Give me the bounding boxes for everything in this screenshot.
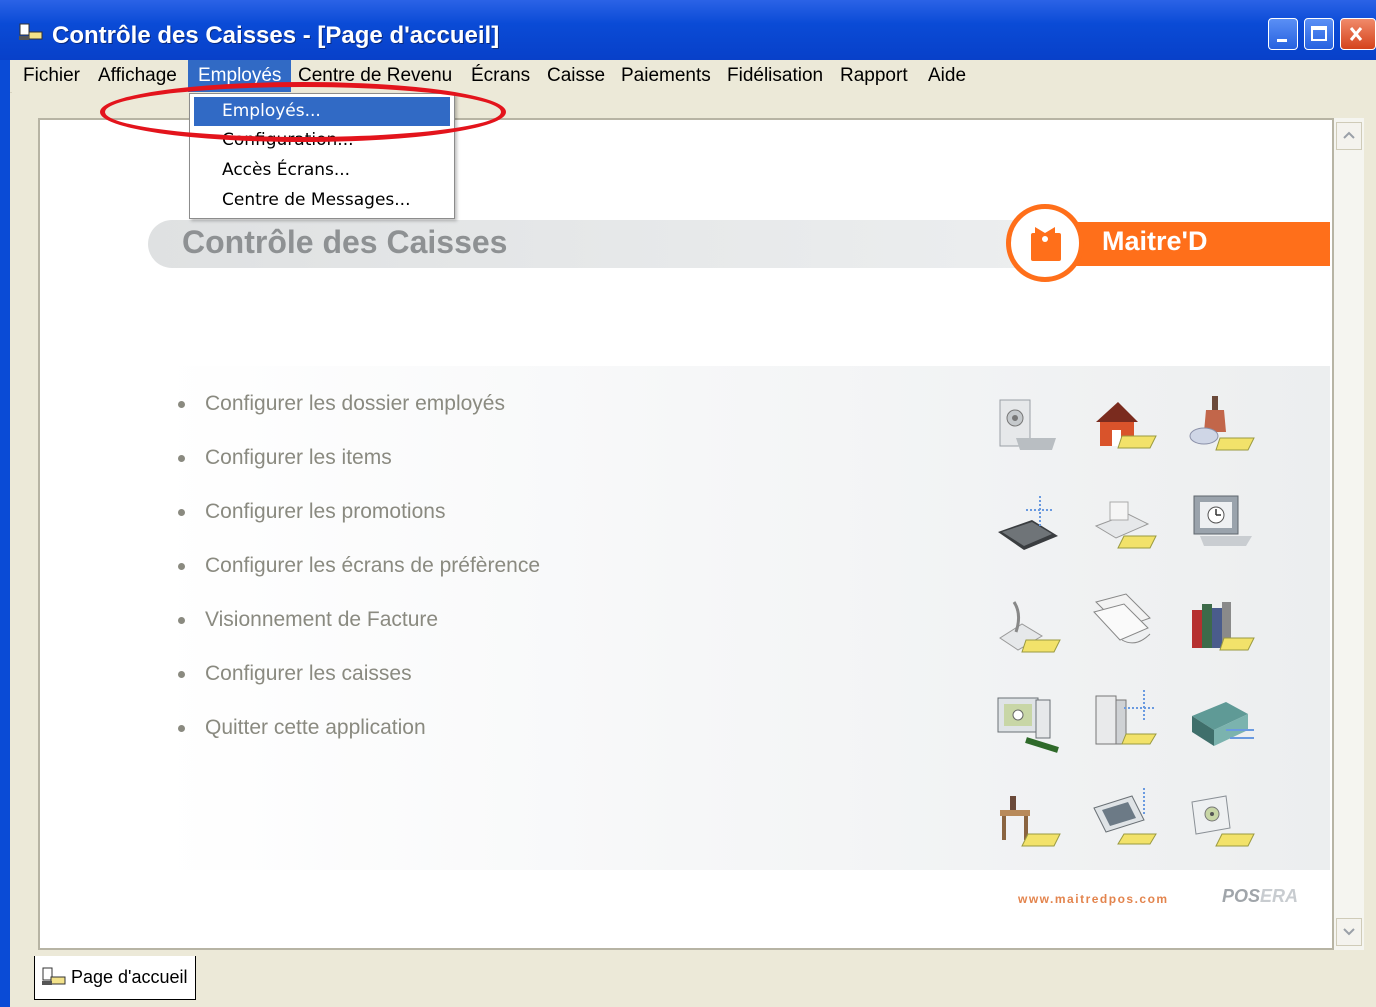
papers-icon[interactable] [1088,588,1160,654]
tab-label: Page d'accueil [71,967,188,987]
posera-logo-b: ERA [1260,886,1299,906]
tab-page-accueil[interactable]: Page d'accueil [34,956,196,1000]
link-label: Configurer les promotions [205,500,446,523]
laptop-icon[interactable] [992,492,1064,558]
minimize-icon [1277,39,1287,42]
link-label: Configurer les caisses [205,662,412,685]
scanner-icon[interactable] [992,394,1064,460]
screen-icon[interactable] [1088,786,1160,852]
bullet-icon [178,616,185,624]
brand-name: Maitre'D [1102,226,1208,256]
link-configurer-caisses[interactable]: Configurer les caisses [178,662,412,686]
network-box-icon[interactable] [1186,690,1258,756]
app-icon [19,23,43,40]
link-configurer-promotions[interactable]: Configurer les promotions [178,500,445,524]
computer-icon[interactable] [992,690,1064,756]
menu-aide[interactable]: Aide [928,65,966,87]
bullet-icon [178,724,185,732]
bullet-icon [178,400,185,408]
books-icon[interactable] [1186,592,1258,658]
link-label: Visionnement de Facture [205,608,439,631]
dropdown-item-centre-messages[interactable]: Centre de Messages... [194,186,450,215]
app-icon [42,967,66,985]
link-configurer-employes[interactable]: Configurer les dossier employés [178,392,505,416]
link-visionnement-facture[interactable]: Visionnement de Facture [178,608,438,632]
menu-affichage[interactable]: Affichage [98,65,177,87]
title-bar: Contrôle des Caisses - [Page d'accueil] [0,0,1376,60]
chevron-down-icon [1343,928,1355,936]
server-icon[interactable] [1088,686,1160,752]
link-quitter[interactable]: Quitter cette application [178,716,426,740]
menu-paiements[interactable]: Paiements [621,65,711,87]
menu-caisse[interactable]: Caisse [547,65,605,87]
bullet-icon [178,454,185,462]
bullet-icon [178,508,185,516]
home-page: Contrôle des Caisses Maitre'D Configurer… [38,118,1334,950]
window-title: Contrôle des Caisses - [Page d'accueil] [52,22,500,49]
menu-rapport[interactable]: Rapport [840,65,908,87]
maximize-button[interactable] [1304,18,1334,50]
bullet-icon [178,670,185,678]
maitred-logo-icon [1006,204,1084,282]
wine-bottle-icon[interactable] [1186,392,1258,458]
monitor-disc-icon[interactable] [1186,790,1258,856]
maximize-icon [1311,26,1327,41]
window-frame-left [0,60,10,1007]
scroll-down-button[interactable] [1336,918,1362,946]
menu-fidelisation[interactable]: Fidélisation [727,65,823,87]
dropdown-item-acces-ecrans[interactable]: Accès Écrans... [194,156,450,185]
posera-logo: POSERA [1222,886,1298,907]
posera-logo-a: POS [1222,886,1261,906]
link-label: Configurer les écrans de préfèrence [205,554,541,577]
annotation-ellipse [100,82,506,142]
link-label: Configurer les items [205,446,392,469]
scroll-up-button[interactable] [1336,122,1362,150]
house-icon[interactable] [1088,392,1160,458]
close-button[interactable] [1340,18,1376,50]
link-configurer-items[interactable]: Configurer les items [178,446,392,470]
printer-icon[interactable] [1088,492,1160,558]
page-title: Contrôle des Caisses [182,224,508,260]
menu-ecrans[interactable]: Écrans [471,65,530,87]
table-icon[interactable] [992,790,1064,856]
close-icon [1349,27,1363,41]
clock-monitor-icon[interactable] [1186,490,1258,556]
link-configurer-ecrans[interactable]: Configurer les écrans de préfèrence [178,554,540,578]
link-label: Quitter cette application [205,716,426,739]
chevron-up-icon [1343,131,1355,139]
minimize-button[interactable] [1268,18,1298,50]
footer-url[interactable]: www.maitredpos.com [1018,892,1169,906]
link-label: Configurer les dossier employés [205,392,505,415]
menu-fichier[interactable]: Fichier [23,65,80,87]
quill-icon[interactable] [992,594,1064,660]
vertical-scrollbar[interactable] [1334,118,1364,950]
bullet-icon [178,562,185,570]
